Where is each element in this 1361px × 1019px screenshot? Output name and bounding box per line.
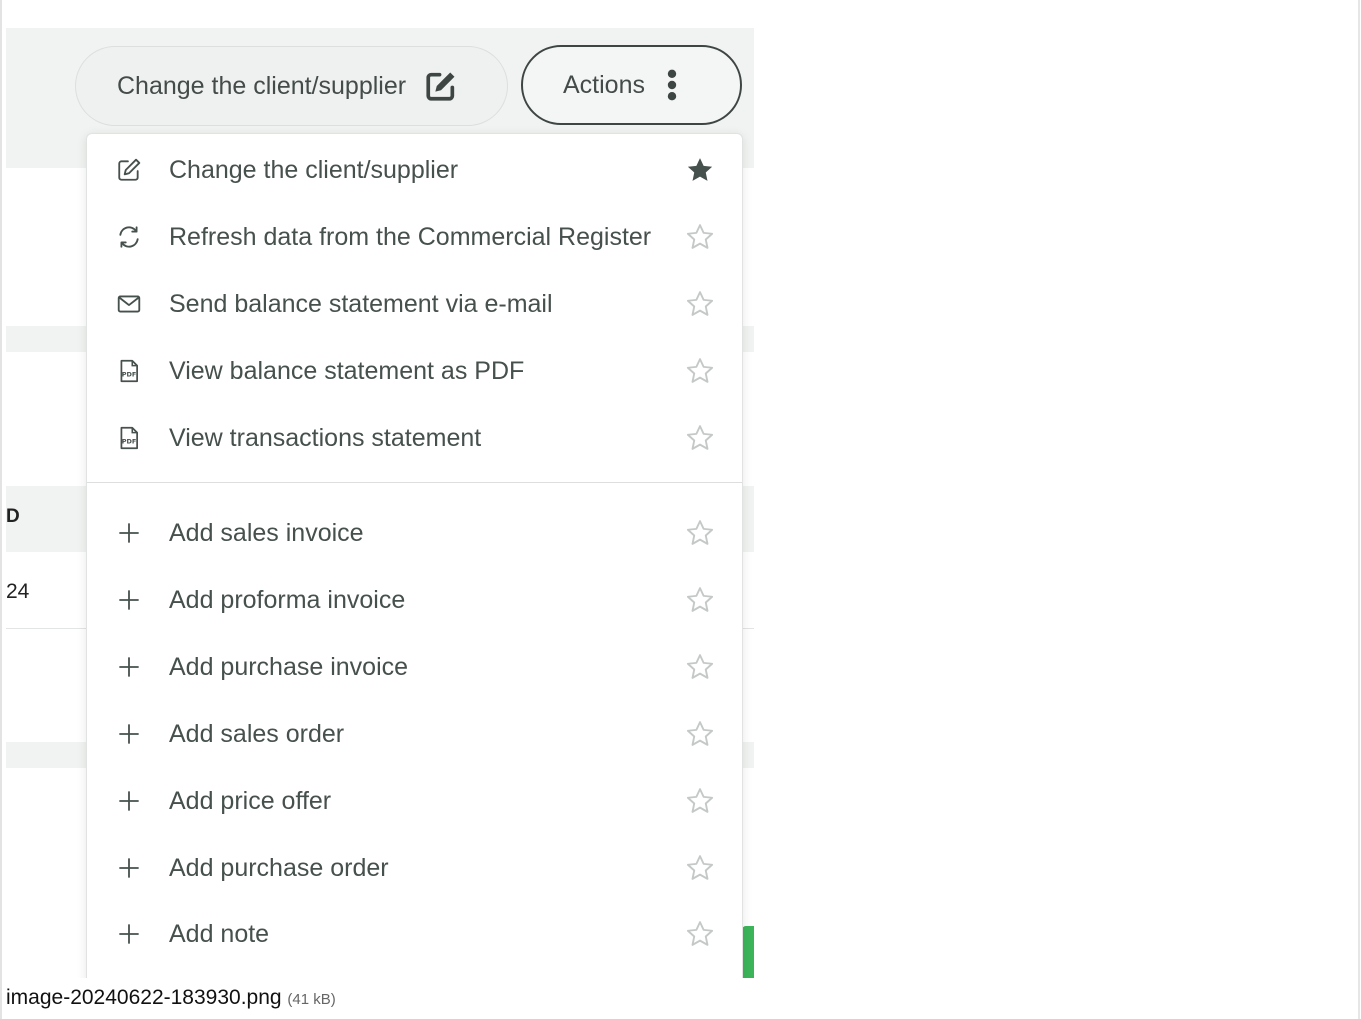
edit-icon bbox=[115, 156, 143, 184]
menu-item-add-price-offer[interactable]: Add price offer bbox=[87, 771, 742, 831]
green-button-edge[interactable] bbox=[742, 926, 754, 978]
screenshot-area: D 24 Change the client/supplier Actions … bbox=[6, 28, 754, 978]
star-outline-icon[interactable] bbox=[685, 919, 715, 949]
page-right-border bbox=[1358, 0, 1360, 1019]
menu-item-add-purchase-order[interactable]: Add purchase order bbox=[87, 838, 742, 898]
svg-text:PDF: PDF bbox=[122, 370, 137, 378]
menu-item-label: Add sales invoice bbox=[169, 518, 364, 547]
star-outline-icon[interactable] bbox=[685, 786, 715, 816]
star-outline-icon[interactable] bbox=[685, 356, 715, 386]
menu-item-add-purchase-invoice[interactable]: Add purchase invoice bbox=[87, 637, 742, 697]
star-outline-icon[interactable] bbox=[685, 222, 715, 252]
menu-item-change-client[interactable]: Change the client/supplier bbox=[87, 140, 742, 200]
actions-dropdown-menu: Change the client/supplier Refresh data … bbox=[86, 133, 743, 978]
menu-item-label: View transactions statement bbox=[169, 423, 482, 452]
more-vertical-icon bbox=[667, 69, 677, 101]
menu-item-label: Change the client/supplier bbox=[169, 155, 459, 184]
actions-label: Actions bbox=[563, 70, 645, 99]
menu-divider bbox=[87, 482, 742, 483]
menu-item-label: Add price offer bbox=[169, 786, 332, 815]
menu-item-balance-pdf[interactable]: PDF View balance statement as PDF bbox=[87, 341, 742, 401]
menu-item-transactions-statement[interactable]: PDF View transactions statement bbox=[87, 408, 742, 468]
menu-item-label: View balance statement as PDF bbox=[169, 356, 525, 385]
plus-icon bbox=[115, 519, 143, 547]
menu-item-label: Send balance statement via e-mail bbox=[169, 289, 553, 318]
star-outline-icon[interactable] bbox=[685, 289, 715, 319]
plus-icon bbox=[115, 653, 143, 681]
star-filled-icon[interactable] bbox=[685, 155, 715, 185]
menu-item-add-proforma-invoice[interactable]: Add proforma invoice bbox=[87, 570, 742, 630]
menu-item-add-sales-order[interactable]: Add sales order bbox=[87, 704, 742, 764]
caption-filename[interactable]: image-20240622-183930.png bbox=[6, 986, 282, 1009]
star-outline-icon[interactable] bbox=[685, 518, 715, 548]
plus-icon bbox=[115, 720, 143, 748]
star-outline-icon[interactable] bbox=[685, 853, 715, 883]
plus-icon bbox=[115, 920, 143, 948]
menu-item-label: Add proforma invoice bbox=[169, 585, 406, 614]
page-left-border bbox=[0, 0, 2, 1019]
menu-item-add-note[interactable]: Add note bbox=[87, 904, 742, 964]
star-outline-icon[interactable] bbox=[685, 652, 715, 682]
plus-icon bbox=[115, 854, 143, 882]
actions-button[interactable]: Actions bbox=[521, 45, 742, 125]
table-column-header: D bbox=[6, 506, 20, 527]
image-caption: image-20240622-183930.png (41 kB) bbox=[6, 986, 336, 1010]
menu-item-refresh-register[interactable]: Refresh data from the Commercial Registe… bbox=[87, 207, 742, 267]
plus-icon bbox=[115, 787, 143, 815]
pdf-icon: PDF bbox=[115, 424, 143, 452]
svg-text:PDF: PDF bbox=[122, 437, 137, 445]
star-outline-icon[interactable] bbox=[685, 719, 715, 749]
pdf-icon: PDF bbox=[115, 357, 143, 385]
menu-item-label: Add purchase invoice bbox=[169, 652, 409, 681]
table-cell: 24 bbox=[6, 580, 30, 603]
menu-item-label: Add purchase order bbox=[169, 853, 389, 882]
envelope-icon bbox=[115, 290, 143, 318]
star-outline-icon[interactable] bbox=[685, 585, 715, 615]
plus-icon bbox=[115, 586, 143, 614]
change-client-button[interactable]: Change the client/supplier bbox=[75, 46, 508, 126]
menu-item-label: Add note bbox=[169, 919, 270, 948]
menu-item-send-balance-email[interactable]: Send balance statement via e-mail bbox=[87, 274, 742, 334]
menu-item-add-sales-invoice[interactable]: Add sales invoice bbox=[87, 503, 742, 563]
caption-file-size: (41 kB) bbox=[287, 991, 336, 1008]
star-outline-icon[interactable] bbox=[685, 423, 715, 453]
change-client-label: Change the client/supplier bbox=[117, 71, 407, 100]
edit-icon bbox=[426, 72, 455, 101]
menu-item-label: Add sales order bbox=[169, 719, 345, 748]
refresh-icon bbox=[115, 223, 143, 251]
menu-item-label: Refresh data from the Commercial Registe… bbox=[169, 222, 652, 251]
